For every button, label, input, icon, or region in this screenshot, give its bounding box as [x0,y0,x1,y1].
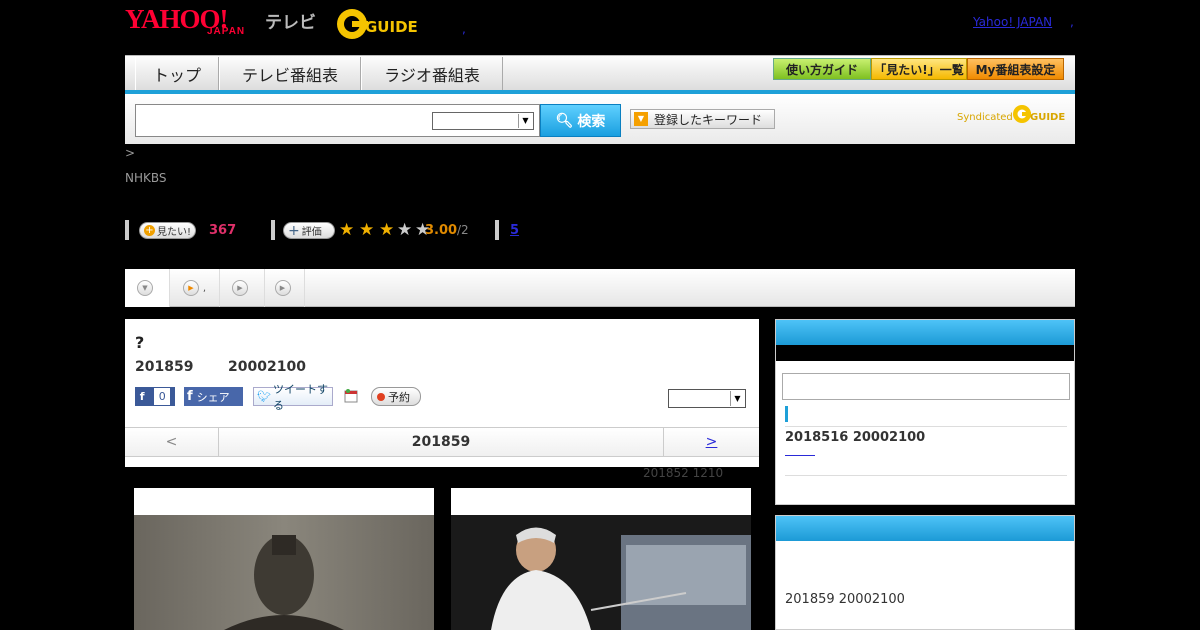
schedule-panel: 201859 20002100 [775,515,1075,630]
search-button[interactable]: 🔍︎ 検索 [540,104,621,137]
tab-top[interactable]: トップ [135,57,219,90]
reserve-button[interactable]: 予約 [371,387,421,406]
yahoo-japan-link[interactable]: Yahoo! JAPAN [973,15,1052,29]
rate-button-label: 評価 [301,227,322,238]
program-title: ? [135,333,145,352]
tab-radio-listings[interactable]: ラジオ番組表 [361,57,503,90]
updated-time: 201852 1210 [643,466,724,480]
program-panel: ? 201859 20002100 f 0 f シェア 🐦︎ ツイートする 予約… [125,319,759,467]
tv-label: テレビ [265,13,316,33]
breadcrumb[interactable]: > [125,146,135,160]
facebook-icon: f [139,390,145,403]
gguide-small-logo: GUIDE [1013,105,1065,123]
schedule-broadcast[interactable]: 201859 20002100 [785,592,905,607]
panel-header [776,320,1074,345]
broadcast-date: 201859 [135,359,194,375]
current-date: 201859 [411,434,471,450]
reserve-label: 予約 [388,390,410,404]
program-subtabs: ▼ ▶ , ▶ ▶ [125,269,1075,307]
divider [271,220,275,240]
channel-name: NHKBS [125,171,167,185]
related-broadcast[interactable]: 2018516 20002100 [785,430,925,445]
want-list-button[interactable]: 「見たい!」一覧 [871,58,967,80]
facebook-share-label: シェア [196,390,230,404]
broadcast-time: 20002100 [228,359,306,375]
search-bar: ▼ 🔍︎ 検索 ▼ 登録したキーワード Syndicated GUIDE [125,94,1075,144]
facebook-icon: f [187,389,193,404]
star-filled-icon: ★ [379,220,395,240]
want-button-label: 見たい! [157,227,192,238]
play-icon: ▶ [232,280,248,296]
record-icon [377,392,385,401]
header-link-separator: , [1070,15,1074,29]
svg-text:GUIDE: GUIDE [365,18,418,36]
section-marker [785,406,788,422]
plus-icon: + [288,222,300,239]
rate-button[interactable]: + 評価 [283,222,335,239]
svg-text:GUIDE: GUIDE [1030,112,1065,123]
chevron-down-icon: ▼ [518,114,532,128]
facebook-like-count: 0 [154,388,171,405]
tab-cast[interactable]: ▶ [220,269,265,307]
tweet-button[interactable]: 🐦︎ ツイートする [253,383,333,412]
saved-keywords-button[interactable]: ▼ 登録したキーワード [630,109,775,129]
divider [495,220,499,240]
star-empty-icon: ★ [397,220,413,240]
tab-episodes-label: , [202,282,207,294]
rating-value: 3.00 [425,223,458,238]
star-filled-icon: ★ [359,220,375,240]
guide-button[interactable]: 使い方ガイド [773,58,871,80]
chevron-down-icon: ▼ [634,112,648,126]
want-button[interactable]: + 見たい! [139,222,197,239]
presenter-photo [451,515,751,630]
search-category-select[interactable]: ▼ [432,112,534,130]
tab-episodes[interactable]: ▶ , [170,269,220,307]
play-icon: ▶ [182,280,199,296]
gguide-logo[interactable]: GUIDE [335,7,435,41]
date-navigation: < 201859 > [125,427,759,457]
divider [125,220,129,240]
want-count: 367 [209,223,237,238]
tab-info[interactable]: ▼ [125,269,170,307]
panel-subheader [776,345,1074,361]
divider [785,426,1067,427]
program-thumbnail[interactable] [451,488,751,630]
reviews-link[interactable]: 5 [510,223,519,238]
more-link[interactable] [785,455,815,456]
related-panel: 2018516 20002100 [775,319,1075,505]
facebook-like-button[interactable]: f 0 [135,387,175,406]
program-stats: + 見たい! 367 + 評価 ★ ★ ★ ★ ★ 3.00 /2 5 [125,220,625,240]
search-icon: 🔍︎ [555,112,574,129]
tab-tv-listings[interactable]: テレビ番組表 [219,57,361,90]
program-action-select[interactable]: ▼ [668,389,746,408]
yahoo-japan-logo-text: JAPAN [207,26,246,37]
program-thumbnail[interactable] [134,488,434,630]
panel-header [776,516,1074,541]
divider [785,475,1067,476]
search-button-label: 検索 [577,113,606,130]
chevron-down-icon: ▼ [137,280,153,296]
my-schedule-button[interactable]: My番組表設定 [967,58,1064,80]
sidebar-input[interactable] [782,373,1070,400]
prev-date-button[interactable]: < [125,428,219,456]
next-date-link[interactable]: > [663,428,759,456]
star-filled-icon: ★ [339,220,355,240]
facebook-share-button[interactable]: f シェア [184,387,243,406]
rating-count: /2 [457,223,469,237]
chevron-down-icon: ▼ [730,391,744,406]
portrait-photo [134,515,434,630]
plus-icon: + [144,225,155,236]
tab-reviews[interactable]: ▶ [265,269,305,307]
tweet-label: ツイートする [272,382,328,412]
calendar-add-icon[interactable] [343,387,359,403]
syndicated-label: Syndicated [957,112,1013,123]
header-separator: , [462,22,466,36]
share-row: f 0 f シェア 🐦︎ ツイートする 予約 [135,383,755,412]
main-nav: トップ テレビ番組表 ラジオ番組表 使い方ガイド 「見たい!」一覧 My番組表設… [125,55,1075,95]
play-icon: ▶ [274,280,291,296]
saved-keywords-label: 登録したキーワード [654,112,763,127]
twitter-icon: 🐦︎ [257,390,271,403]
